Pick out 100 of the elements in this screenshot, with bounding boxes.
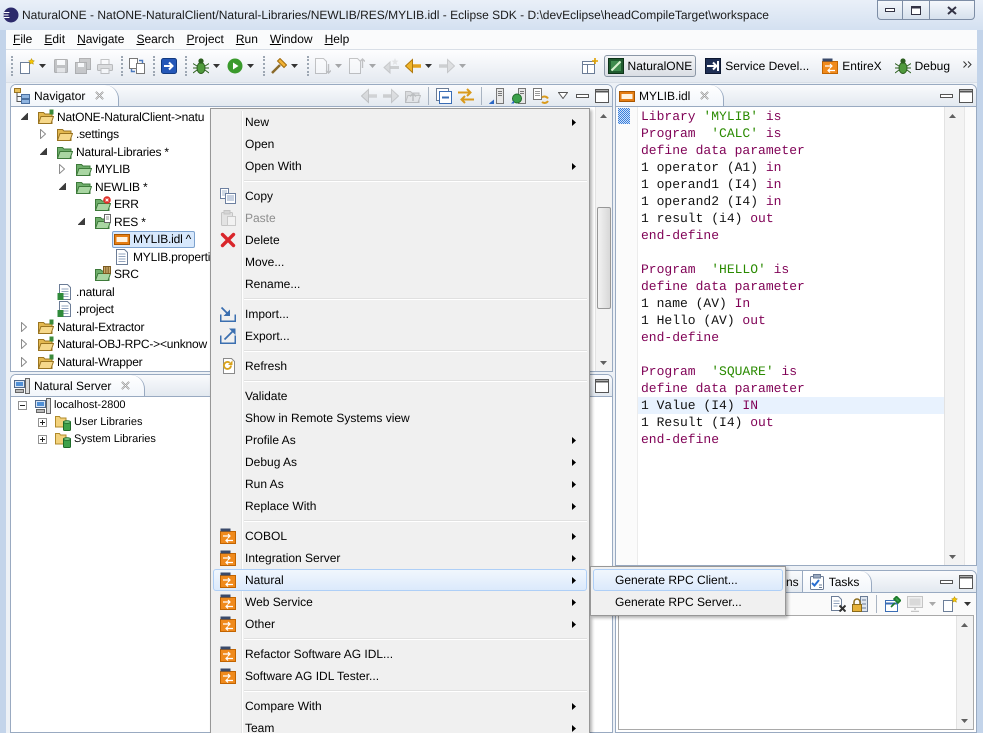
dropdown-arrow-icon[interactable] — [39, 64, 46, 68]
scroll-up-arrow-icon[interactable] — [949, 114, 956, 118]
maximize-icon[interactable] — [595, 88, 609, 102]
play-icon[interactable] — [227, 58, 243, 74]
minimize-icon[interactable] — [940, 580, 953, 584]
perspective-button[interactable]: Debug — [890, 55, 954, 77]
menu-item[interactable]: Open — [213, 133, 587, 155]
menu-item[interactable]: Open With — [213, 155, 587, 177]
tree-item[interactable]: SRC — [75, 266, 143, 283]
menu-item[interactable]: Edit — [38, 31, 72, 48]
menu-item[interactable]: Window — [264, 31, 319, 48]
menu-item[interactable]: Move... — [213, 251, 587, 273]
tree-item[interactable]: NatONE-NaturalClient->natu — [18, 108, 208, 126]
view-tab[interactable]: Natural Server — [11, 375, 146, 396]
dropdown-arrow-icon[interactable] — [425, 64, 432, 68]
tree-item[interactable]: System Libraries — [38, 431, 158, 448]
collapse-all-icon[interactable] — [436, 88, 452, 104]
close-button[interactable] — [929, 0, 975, 20]
arrow-square-icon[interactable] — [161, 58, 177, 74]
expanded-arrow-icon[interactable] — [20, 113, 28, 120]
menu-item[interactable]: Profile As — [213, 429, 587, 451]
menu-item[interactable]: Project — [180, 31, 230, 48]
documents-arrows-icon[interactable] — [129, 58, 145, 74]
tree-item[interactable]: localhost-2800 — [18, 397, 128, 414]
tree-item[interactable]: ERR — [75, 196, 143, 213]
tree-item[interactable]: NEWLIB * — [56, 178, 152, 196]
dropdown-arrow-icon[interactable] — [964, 602, 971, 606]
view-tab[interactable]: Navigator — [11, 85, 120, 106]
tree-item[interactable]: MYLIB.properti — [94, 248, 214, 266]
tree-item[interactable]: RES * — [75, 213, 150, 230]
new-file-icon[interactable] — [942, 596, 958, 612]
dropdown-arrow-icon[interactable] — [213, 64, 220, 68]
collapsed-arrow-icon[interactable] — [40, 129, 46, 140]
dropdown-arrow-icon[interactable] — [247, 64, 254, 68]
server-dot-icon[interactable] — [511, 88, 527, 104]
minimize-icon[interactable] — [576, 94, 589, 98]
lock-icon[interactable] — [852, 596, 868, 612]
menu-item[interactable]: Generate RPC Server... — [593, 591, 783, 613]
perspective-button[interactable]: EntireX — [818, 55, 886, 77]
plus-icon[interactable] — [38, 435, 47, 444]
menu-item[interactable]: Rename... — [213, 273, 587, 295]
menu-item[interactable]: File — [7, 31, 38, 48]
expanded-arrow-icon[interactable] — [58, 183, 66, 190]
menu-item[interactable]: Natural — [213, 569, 587, 591]
view-tab[interactable]: ns — [786, 571, 802, 592]
tree-item[interactable]: Natural-Wrapper — [18, 353, 146, 370]
menu-item[interactable]: Copy — [213, 185, 587, 207]
tree-item[interactable]: .project — [37, 300, 118, 318]
pin-icon[interactable] — [885, 596, 901, 612]
view-menu-icon[interactable] — [558, 92, 568, 99]
menu-item[interactable]: COBOL — [213, 525, 587, 547]
tree-item[interactable]: User Libraries — [38, 414, 144, 431]
minimize-button[interactable] — [877, 0, 903, 20]
scrollbar-thumb[interactable] — [597, 207, 611, 309]
expanded-arrow-icon[interactable] — [78, 218, 84, 226]
menu-item[interactable]: Compare With — [213, 695, 587, 717]
maximize-button[interactable] — [903, 0, 929, 20]
menu-item[interactable]: Export... — [213, 325, 587, 347]
menu-item[interactable]: Refactor Software AG IDL... — [213, 643, 587, 665]
maximize-icon[interactable] — [959, 88, 973, 102]
menu-item[interactable]: Run — [230, 31, 264, 48]
menu-item[interactable]: Debug As — [213, 451, 587, 473]
tree-item[interactable]: Natural-Libraries * — [37, 143, 173, 160]
menu-item[interactable]: Replace With — [213, 495, 587, 517]
menu-item[interactable]: Team — [213, 717, 587, 733]
menu-item[interactable]: Software AG IDL Tester... — [213, 665, 587, 687]
close-icon[interactable] — [700, 91, 710, 100]
menu-item[interactable]: Other — [213, 613, 587, 635]
server-arrow-icon[interactable] — [489, 88, 505, 104]
document-delete-icon[interactable] — [830, 596, 846, 612]
expanded-arrow-icon[interactable] — [40, 148, 46, 156]
menu-item[interactable]: New — [213, 111, 587, 133]
tree-item[interactable]: Natural-OBJ-RPC-><unknow — [18, 336, 211, 353]
collapsed-arrow-icon[interactable] — [21, 322, 27, 332]
new-file-icon[interactable] — [19, 58, 35, 74]
menu-item[interactable]: Validate — [213, 385, 587, 407]
scroll-down-arrow-icon[interactable] — [949, 555, 956, 559]
menu-item[interactable]: Run As — [213, 473, 587, 495]
plus-icon[interactable] — [38, 418, 47, 427]
menu-item[interactable]: Import... — [213, 303, 587, 325]
menu-item[interactable]: Refresh — [213, 355, 587, 377]
minimize-icon[interactable] — [940, 94, 953, 98]
tree-item[interactable]: .settings — [37, 126, 123, 143]
dropdown-arrow-icon[interactable] — [291, 64, 298, 68]
hammer-icon[interactable] — [271, 58, 287, 74]
close-icon[interactable] — [95, 91, 104, 100]
menu-item[interactable]: Generate RPC Client... — [593, 569, 783, 591]
close-icon[interactable] — [121, 381, 130, 390]
maximize-icon[interactable] — [959, 574, 973, 588]
menu-item[interactable]: Delete — [213, 229, 587, 251]
collapsed-arrow-icon[interactable] — [21, 356, 27, 367]
collapsed-arrow-icon[interactable] — [59, 164, 65, 174]
perspective-button[interactable]: Service Devel... — [701, 55, 814, 77]
bug-icon[interactable] — [193, 58, 209, 74]
perspective-button[interactable]: NaturalONE — [604, 55, 696, 77]
menu-item[interactable]: Search — [130, 31, 180, 48]
menu-item[interactable]: Integration Server — [213, 547, 587, 569]
scroll-down-arrow-icon[interactable] — [961, 719, 968, 723]
maximize-icon[interactable] — [595, 378, 609, 392]
tree-item[interactable]: Natural-Extractor — [18, 318, 148, 336]
